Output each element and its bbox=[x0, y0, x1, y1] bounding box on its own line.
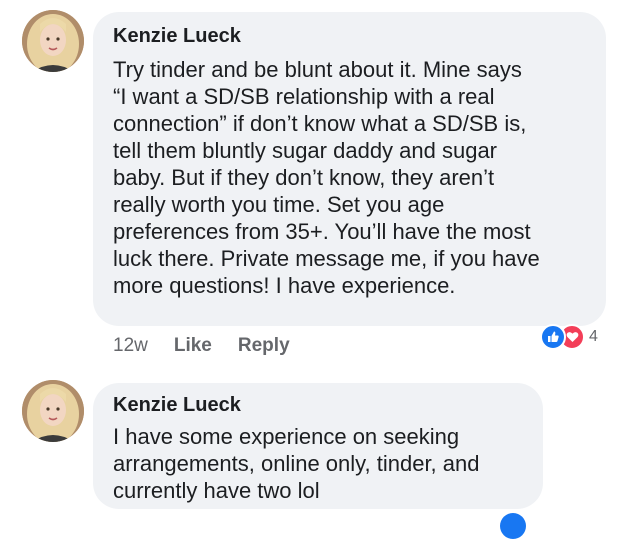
author-name[interactable]: Kenzie Lueck bbox=[113, 24, 588, 48]
profile-photo bbox=[22, 380, 84, 442]
author-name[interactable]: Kenzie Lueck bbox=[113, 393, 525, 417]
comment-actions: 12w Like Reply bbox=[113, 333, 316, 359]
comment-bubble: Kenzie Lueck Try tinder and be blunt abo… bbox=[93, 12, 606, 326]
like-icon bbox=[540, 324, 566, 350]
like-button[interactable]: Like bbox=[174, 335, 212, 357]
comment-timestamp[interactable]: 12w bbox=[113, 335, 148, 357]
reaction-count: 4 bbox=[589, 328, 598, 345]
reactions-summary[interactable]: 4 bbox=[540, 322, 598, 352]
profile-photo bbox=[22, 10, 84, 72]
avatar[interactable] bbox=[22, 380, 84, 442]
comment-text: I have some experience on seeking arrang… bbox=[113, 424, 480, 503]
avatar[interactable] bbox=[22, 10, 84, 72]
comment-1: Kenzie Lueck Try tinder and be blunt abo… bbox=[0, 0, 640, 370]
like-icon bbox=[500, 513, 526, 539]
comment-text: Try tinder and be blunt about it. Mine s… bbox=[113, 57, 540, 298]
comment-2: Kenzie Lueck I have some experience on s… bbox=[0, 370, 640, 520]
comment-bubble: Kenzie Lueck I have some experience on s… bbox=[93, 383, 543, 509]
reply-button[interactable]: Reply bbox=[238, 335, 290, 357]
